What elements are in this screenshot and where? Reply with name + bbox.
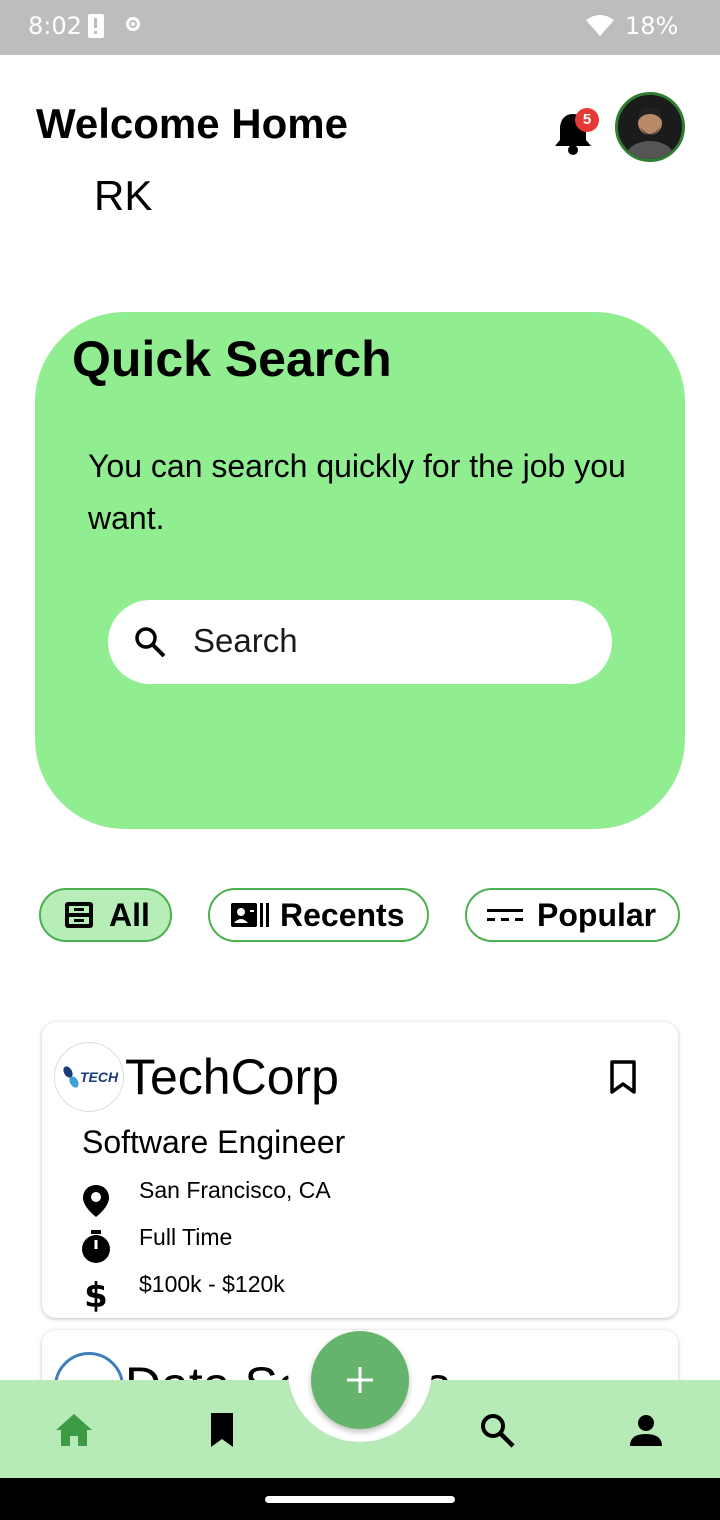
search-input[interactable] (108, 600, 612, 684)
quick-search-card (35, 312, 685, 829)
quick-search-title: Quick Search (72, 331, 392, 387)
job-location: San Francisco, CA (139, 1177, 331, 1203)
filter-chip-all[interactable]: All (39, 888, 172, 942)
avatar[interactable] (615, 92, 685, 162)
location-pin-icon (83, 1185, 109, 1217)
dashes-icon (487, 909, 523, 921)
person-icon[interactable] (626, 1410, 666, 1450)
status-time: 8:02 (28, 12, 82, 40)
job-type: Full Time (139, 1224, 233, 1250)
filter-label-recents: Recents (280, 896, 405, 933)
plus-icon (347, 1367, 373, 1393)
search-icon[interactable] (477, 1410, 517, 1450)
home-icon[interactable] (54, 1410, 94, 1450)
filter-label-all: All (109, 896, 150, 933)
user-name: RK (94, 172, 153, 219)
filter-chip-popular[interactable]: Popular (465, 888, 680, 942)
svg-text:$: $ (84, 1278, 108, 1312)
page-title: Welcome Home (36, 100, 348, 147)
quick-search-description: You can search quickly for the job you w… (88, 448, 626, 536)
record-dot (131, 22, 135, 26)
notification-badge: 5 (575, 108, 599, 132)
battery-percent: 18% (625, 12, 679, 40)
job-salary: $100k - $120k (139, 1271, 285, 1297)
search-icon (135, 627, 166, 658)
company-logo-text: TECH (80, 1069, 119, 1085)
job-role: Software Engineer (82, 1124, 346, 1160)
contact-card-icon (231, 903, 269, 927)
company-name: TechCorp (125, 1049, 339, 1105)
dollar-icon: $ (84, 1278, 108, 1312)
bookmark-icon[interactable] (202, 1410, 242, 1450)
battery-alert-dot (94, 31, 97, 34)
inbox-icon (65, 902, 93, 928)
search-placeholder: Search (193, 622, 298, 659)
wifi-icon (586, 15, 614, 36)
timer-icon (82, 1230, 110, 1263)
filter-chip-recents[interactable]: Recents (208, 888, 429, 942)
battery-alert-mark (94, 18, 97, 28)
add-button[interactable] (311, 1331, 409, 1429)
filter-label-popular: Popular (537, 896, 657, 933)
bookmark-icon[interactable] (609, 1060, 637, 1094)
tech-logo-mark (63, 1066, 79, 1088)
home-gesture-handle[interactable] (265, 1496, 455, 1503)
avatar-photo (618, 95, 682, 159)
